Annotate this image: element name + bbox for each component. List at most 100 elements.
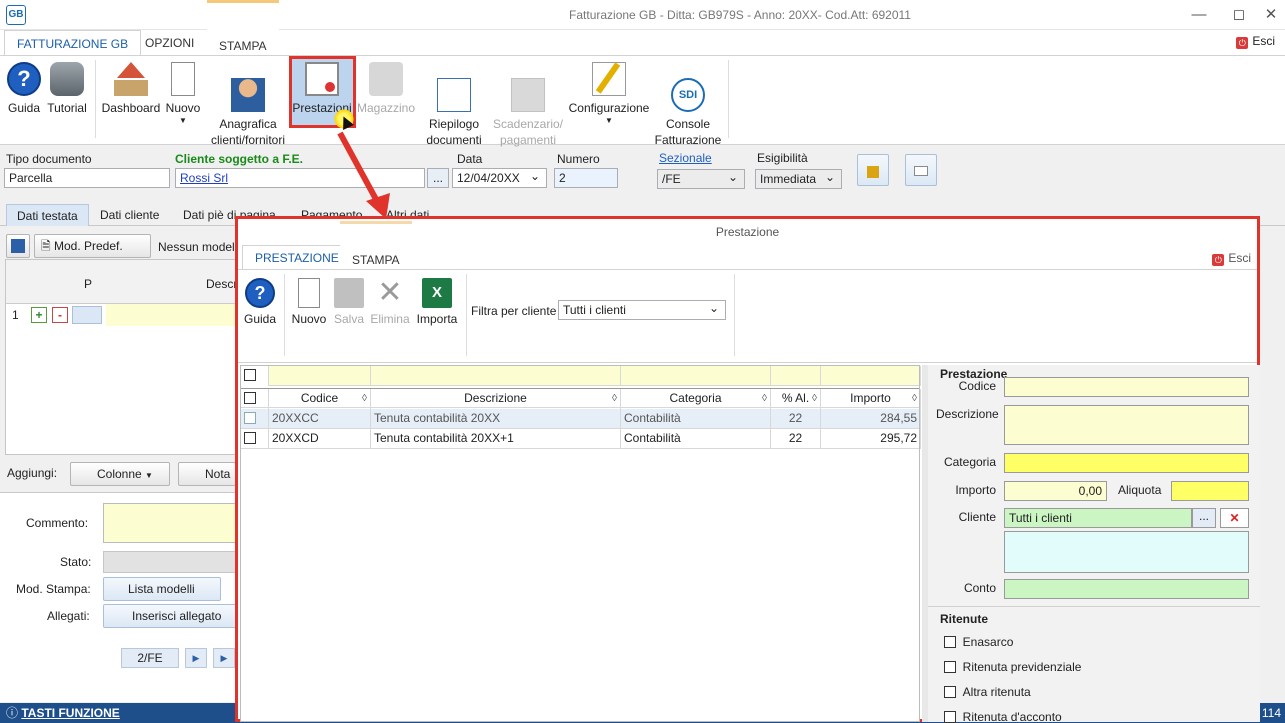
checkbox[interactable] — [944, 711, 956, 723]
lista-modelli-label: Lista modelli — [128, 582, 195, 596]
inserisci-allegato-button[interactable]: Inserisci allegato — [103, 604, 237, 628]
cliente-browse-button[interactable]: ... — [1192, 508, 1216, 528]
magazzino-button[interactable]: Magazzino — [356, 62, 416, 116]
help-icon: ? — [245, 278, 275, 308]
tutorial-label: Tutorial — [47, 101, 87, 115]
tipo-documento-field[interactable]: Parcella — [4, 168, 170, 188]
mod-predef-button[interactable]: 🗎 Mod. Predef. — [34, 234, 151, 258]
dialog-salva-button[interactable]: Salva — [332, 278, 366, 327]
checkbox[interactable] — [944, 636, 956, 648]
tab-dati-cliente[interactable]: Dati cliente — [90, 204, 169, 226]
mail-icon — [914, 166, 928, 176]
nota-button[interactable]: Nota — [178, 462, 236, 486]
dialog-elimina-button[interactable]: ✕ Elimina — [368, 278, 412, 327]
user-icon — [231, 78, 265, 112]
numero-field[interactable]: 2 — [554, 168, 618, 188]
minimize-icon[interactable]: — — [1184, 4, 1214, 26]
grid-filter-row[interactable] — [241, 366, 921, 386]
col-codice-header[interactable]: Codice ◊ — [269, 389, 371, 409]
row-checkbox[interactable] — [244, 432, 256, 444]
sort-icon: ◊ — [612, 393, 617, 404]
dashboard-button[interactable]: Dashboard — [100, 62, 162, 116]
aliquota-field[interactable] — [1171, 481, 1249, 501]
commento-field[interactable] — [103, 503, 238, 543]
row-description-cell[interactable] — [106, 304, 236, 326]
mail-button[interactable] — [905, 154, 937, 186]
conto-field[interactable] — [1004, 579, 1249, 599]
stato-field[interactable] — [103, 551, 238, 573]
nuovo-button[interactable]: Nuovo ▼ — [162, 62, 204, 126]
colonne-button[interactable]: Colonne ▼ — [70, 462, 170, 486]
conto-label: Conto — [963, 581, 996, 595]
col-p-header: P — [84, 277, 93, 291]
row-checkbox[interactable] — [244, 412, 256, 424]
last-page-button[interactable]: ▶ — [213, 648, 235, 668]
filter-checkbox[interactable] — [244, 369, 256, 381]
maximize-icon[interactable]: ◻ — [1224, 4, 1254, 26]
checkbox[interactable] — [944, 686, 956, 698]
tab-stampa[interactable]: STAMPA — [207, 0, 279, 56]
col-categoria-header[interactable]: Categoria ◊ — [621, 389, 771, 409]
col-importo-header[interactable]: Importo ◊ — [821, 389, 921, 409]
tab-stampa-dialog[interactable]: STAMPA — [340, 221, 412, 269]
codice-field[interactable] — [1004, 377, 1249, 397]
search-row-button[interactable] — [72, 306, 102, 324]
enasarco-checkbox[interactable]: Enasarco — [944, 635, 1013, 649]
next-page-button[interactable]: ▶ — [185, 648, 207, 668]
tasti-funzione-link[interactable]: TASTI FUNZIONE — [21, 706, 119, 720]
configurazione-button[interactable]: Configurazione ▼ — [566, 62, 652, 126]
categoria-field[interactable] — [1004, 453, 1249, 473]
data-field[interactable]: 12/04/20XX — [452, 167, 547, 188]
tab-fatturazione-gb[interactable]: FATTURAZIONE GB — [4, 30, 142, 56]
col-aliquota-header[interactable]: % Al. ◊ — [771, 389, 821, 409]
esigibilita-select[interactable]: Immediata — [755, 168, 842, 189]
cliente-browse-button[interactable]: ... — [427, 168, 449, 188]
sezionale-link[interactable]: Sezionale — [659, 151, 712, 165]
tab-opzioni[interactable]: OPZIONI — [133, 30, 206, 56]
clienti-list-field[interactable] — [1004, 531, 1249, 573]
dialog-importa-button[interactable]: X Importa — [414, 278, 460, 327]
esci-button[interactable]: ⏻ Esci — [1236, 34, 1275, 49]
table-row[interactable]: 20XXCC Tenuta contabilità 20XX Contabili… — [241, 409, 921, 429]
scadenzario-button[interactable]: Scadenzario/ pagamenti — [492, 62, 564, 148]
table-row[interactable]: 20XXCD Tenuta contabilità 20XX+1 Contabi… — [241, 429, 921, 449]
chevron-down-icon: ▼ — [179, 116, 187, 125]
ritenuta-previdenziale-checkbox[interactable]: Ritenuta previdenziale — [944, 660, 1081, 674]
esci-dialog-button[interactable]: ⏻ Esci — [1212, 251, 1251, 266]
save-icon — [334, 278, 364, 308]
sezionale-select[interactable]: /FE — [657, 168, 745, 189]
ritenuta-acconto-checkbox[interactable]: Ritenuta d'acconto — [944, 710, 1062, 723]
anagrafica-button[interactable]: Anagrafica clienti/fornitori — [206, 62, 290, 148]
riepilogo-button[interactable]: Riepilogo documenti — [418, 62, 490, 148]
col-importo-label: Importo — [850, 391, 891, 405]
pager-field[interactable]: 2/FE — [121, 648, 179, 668]
save-small-button[interactable] — [6, 234, 30, 258]
dialog-guida-button[interactable]: ? Guida — [242, 278, 278, 327]
close-icon[interactable]: ✕ — [1256, 4, 1285, 26]
importo-field[interactable]: 0,00 — [1004, 481, 1107, 501]
descrizione-field[interactable] — [1004, 405, 1249, 445]
clear-cliente-button[interactable]: ✕ — [1220, 508, 1249, 528]
data-label: Data — [457, 152, 483, 166]
filtra-cliente-select[interactable]: Tutti i clienti — [558, 299, 726, 320]
dialog-nuovo-button[interactable]: Nuovo — [288, 278, 330, 327]
tab-dati-testata[interactable]: Dati testata — [6, 204, 89, 226]
cliente-form-field[interactable]: Tutti i clienti — [1004, 508, 1192, 528]
guida-button[interactable]: ? Guida — [6, 62, 42, 116]
remove-row-button[interactable]: - — [52, 307, 68, 323]
select-all-checkbox[interactable] — [244, 392, 256, 404]
lock-button[interactable] — [857, 154, 889, 186]
checkbox[interactable] — [944, 661, 956, 673]
lista-modelli-button[interactable]: Lista modelli — [103, 577, 221, 601]
tutorial-button[interactable]: Tutorial — [45, 62, 89, 116]
tab-prestazione[interactable]: PRESTAZIONE — [242, 245, 352, 269]
console-button[interactable]: SDI Console Fatturazione — [652, 62, 724, 148]
esci-label: Esci — [1252, 34, 1275, 48]
add-row-button[interactable]: + — [31, 307, 47, 323]
divider — [928, 606, 1260, 607]
cell-aliquota: 22 — [771, 429, 821, 449]
main-scrollbar[interactable] — [1264, 255, 1284, 445]
descrizione-label: Descrizione — [936, 407, 999, 421]
altra-ritenuta-checkbox[interactable]: Altra ritenuta — [944, 685, 1031, 699]
col-descrizione-header[interactable]: Descrizione ◊ — [371, 389, 621, 409]
